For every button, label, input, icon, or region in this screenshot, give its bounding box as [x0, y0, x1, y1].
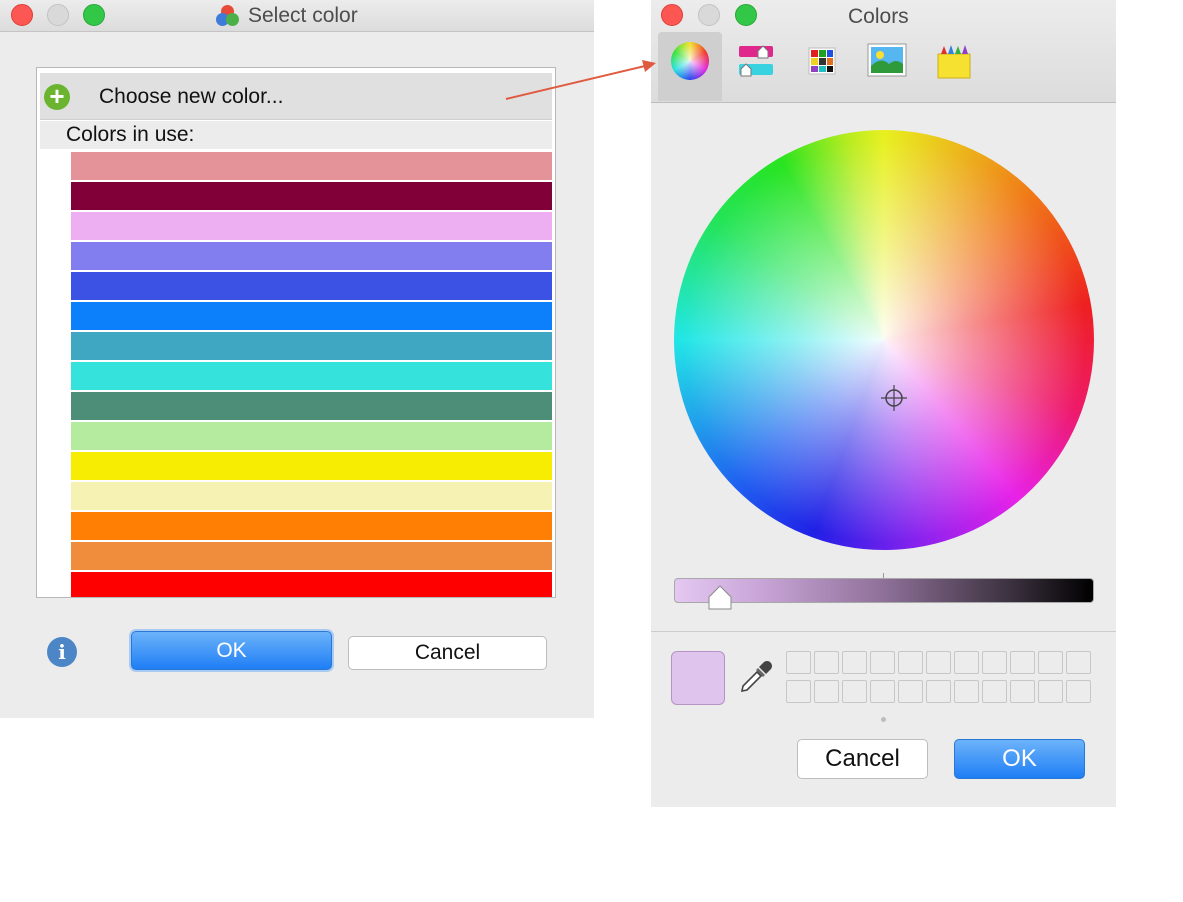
color-well[interactable]	[870, 680, 895, 703]
color-swatch[interactable]	[71, 302, 552, 330]
close-button[interactable]	[11, 4, 33, 26]
tab-pencils[interactable]	[922, 32, 986, 101]
color-well[interactable]	[1010, 651, 1035, 674]
color-well[interactable]	[898, 680, 923, 703]
brightness-slider[interactable]	[674, 578, 1094, 603]
color-swatch[interactable]	[71, 572, 552, 597]
color-swatch[interactable]	[71, 152, 552, 180]
color-well[interactable]	[786, 680, 811, 703]
color-swatch[interactable]	[71, 392, 552, 420]
color-swatch[interactable]	[71, 272, 552, 300]
colors-in-use-header: Colors in use:	[40, 121, 552, 149]
color-well[interactable]	[982, 651, 1007, 674]
window-title: Select color	[248, 4, 358, 27]
color-well[interactable]	[1066, 680, 1091, 703]
color-swatch[interactable]	[71, 242, 552, 270]
tab-color-wheel[interactable]	[658, 32, 722, 101]
divider	[651, 631, 1116, 632]
app-colors-icon	[216, 5, 240, 27]
color-swatch-list	[71, 152, 552, 597]
minimize-button[interactable]	[47, 4, 69, 26]
minimize-button[interactable]	[698, 4, 720, 26]
cancel-button[interactable]: Cancel	[797, 739, 928, 779]
color-wells	[786, 651, 1096, 707]
color-well[interactable]	[898, 651, 923, 674]
color-wheel[interactable]	[674, 130, 1094, 550]
color-well[interactable]	[926, 680, 951, 703]
close-button[interactable]	[661, 4, 683, 26]
color-wheel-icon	[671, 42, 709, 80]
color-swatch[interactable]	[71, 482, 552, 510]
color-swatch[interactable]	[71, 212, 552, 240]
brightness-slider-knob[interactable]	[708, 585, 732, 611]
ok-button[interactable]: OK	[954, 739, 1085, 779]
tab-color-palettes[interactable]	[790, 32, 854, 101]
image-palettes-icon	[867, 43, 907, 77]
color-well[interactable]	[954, 651, 979, 674]
color-well[interactable]	[1038, 651, 1063, 674]
colors-in-use-label: Colors in use:	[66, 123, 195, 146]
color-well[interactable]	[814, 651, 839, 674]
add-icon: +	[44, 83, 70, 110]
page-indicator-dot	[881, 717, 886, 722]
color-well[interactable]	[1066, 651, 1091, 674]
window-title: Colors	[848, 5, 909, 28]
color-well[interactable]	[842, 680, 867, 703]
eyedropper-icon[interactable]	[738, 659, 774, 697]
current-color-swatch[interactable]	[671, 651, 725, 705]
color-well[interactable]	[1038, 680, 1063, 703]
color-swatch[interactable]	[71, 362, 552, 390]
color-well[interactable]	[870, 651, 895, 674]
color-swatch[interactable]	[71, 422, 552, 450]
color-palettes-icon	[808, 47, 836, 75]
zoom-button[interactable]	[735, 4, 757, 26]
select-color-titlebar[interactable]: Select color	[0, 0, 594, 32]
color-well[interactable]	[842, 651, 867, 674]
color-well[interactable]	[954, 680, 979, 703]
colors-window: Colors Cancel OK	[651, 0, 1116, 807]
tab-color-sliders[interactable]	[724, 32, 788, 101]
crosshair-icon[interactable]	[880, 384, 908, 412]
color-swatch[interactable]	[71, 452, 552, 480]
zoom-button[interactable]	[83, 4, 105, 26]
color-well[interactable]	[926, 651, 951, 674]
color-well[interactable]	[786, 651, 811, 674]
pencils-icon	[937, 45, 971, 79]
color-swatch[interactable]	[71, 182, 552, 210]
color-list: + Choose new color... Colors in use:	[36, 67, 556, 598]
color-swatch[interactable]	[71, 542, 552, 570]
color-well[interactable]	[1010, 680, 1035, 703]
tab-image-palettes[interactable]	[856, 32, 920, 101]
select-color-window: Select color + Choose new color... Color…	[0, 0, 594, 718]
info-icon[interactable]: i	[47, 637, 77, 667]
color-well[interactable]	[982, 680, 1007, 703]
color-sliders-icon	[739, 45, 773, 77]
colors-toolbar: Colors	[651, 0, 1116, 103]
color-swatch[interactable]	[71, 512, 552, 540]
color-swatch[interactable]	[71, 332, 552, 360]
ok-button[interactable]: OK	[131, 631, 332, 670]
choose-new-color-label: Choose new color...	[99, 85, 284, 108]
color-well[interactable]	[814, 680, 839, 703]
choose-new-color-row[interactable]: + Choose new color...	[40, 73, 552, 120]
cancel-button[interactable]: Cancel	[348, 636, 547, 670]
